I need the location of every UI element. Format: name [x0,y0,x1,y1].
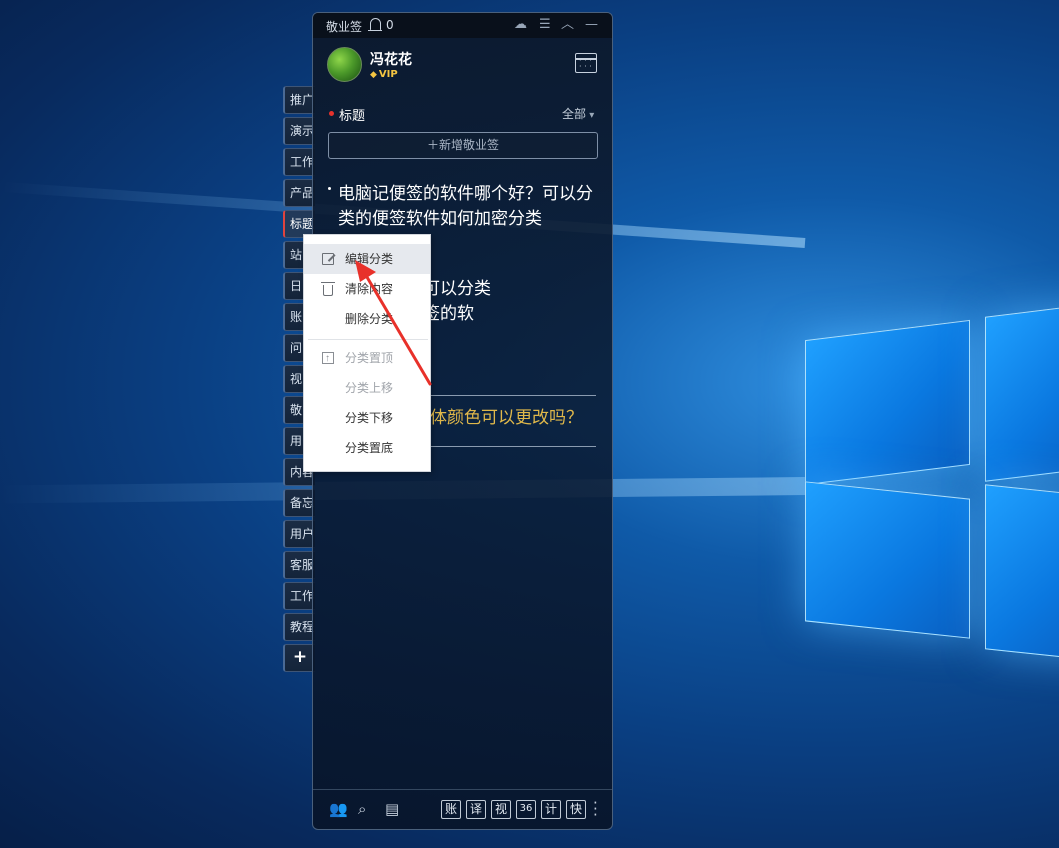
bell-icon[interactable] [368,18,382,31]
windows-logo-pane [805,481,970,639]
note-item[interactable]: 体颜色可以更改吗？ [430,406,600,431]
avatar[interactable] [327,47,362,82]
note-item[interactable]: 电脑记便签的软件哪个好？可以分类的便签软件如何加密分类 [338,182,600,232]
category-tab[interactable]: 演示 [283,117,315,145]
category-tab[interactable]: 产品 [283,179,315,207]
chevron-up-icon[interactable]: ︿ [561,17,574,33]
calendar-icon[interactable]: ▤ [385,801,399,817]
category-tab[interactable]: 备忘 [283,489,315,517]
category-indicator-dot [329,111,334,116]
cloud-sync-icon[interactable]: ☁ [514,17,527,33]
quick-tool-button[interactable]: 计 [541,800,561,819]
vip-badge: VIP [370,69,398,80]
windows-logo-pane [985,303,1059,482]
title-bar[interactable]: 敬业签 0 ☁ ☰ ︿ — [313,13,612,38]
annotation-arrow-head [355,260,376,282]
notification-count: 0 [386,18,394,32]
add-category-button[interactable]: + [283,644,315,672]
bottom-toolbar: 👥 ⌕ ▤ 账 译 视 36 计 快 · · · [313,789,612,829]
windows-logo-pane [985,484,1059,661]
search-icon[interactable]: ⌕ [358,801,366,817]
menu-item-move-down[interactable]: 分类下移 [304,403,430,433]
trash-icon [321,282,335,296]
quick-tool-button[interactable]: 36 [516,800,536,819]
username[interactable]: 冯花花 [370,49,412,69]
category-title: 标题 [339,109,366,124]
quick-tool-button[interactable]: 视 [491,800,511,819]
category-tab[interactable]: 推广 [283,86,315,114]
minimize-icon[interactable]: — [585,17,598,33]
menu-icon[interactable]: ☰ [539,17,551,33]
annotation-arrow [355,260,432,386]
windows-logo [800,300,1059,661]
contacts-icon[interactable]: 👥 [329,801,348,817]
new-note-button[interactable]: ＋新增敬业签 [328,132,598,159]
quick-tool-button[interactable]: 账 [441,800,461,819]
windows-logo-pane [805,319,970,486]
category-tab[interactable]: 工作 [283,582,315,610]
edit-icon [322,253,334,265]
category-tab[interactable]: 客服 [283,551,315,579]
menu-item-label: 分类置底 [345,441,394,455]
annotation-arrow-shaft [362,270,432,386]
filter-dropdown[interactable]: 全部 [562,105,594,122]
category-tab[interactable]: 教程 [283,613,315,641]
note-bullet [328,187,331,190]
app-name: 敬业签 [326,20,363,34]
menu-item-move-bottom[interactable]: 分类置底 [304,433,430,463]
category-tab[interactable]: 工作 [283,148,315,176]
quick-tool-button[interactable]: 快 [566,800,586,819]
calendar-icon[interactable] [575,53,597,73]
pin-top-icon [322,344,334,374]
category-tab[interactable]: 用户 [283,520,315,548]
menu-item-label: 分类下移 [345,411,394,425]
quick-tool-button[interactable]: 译 [466,800,486,819]
more-vertical-icon[interactable]: · · · [593,796,598,823]
